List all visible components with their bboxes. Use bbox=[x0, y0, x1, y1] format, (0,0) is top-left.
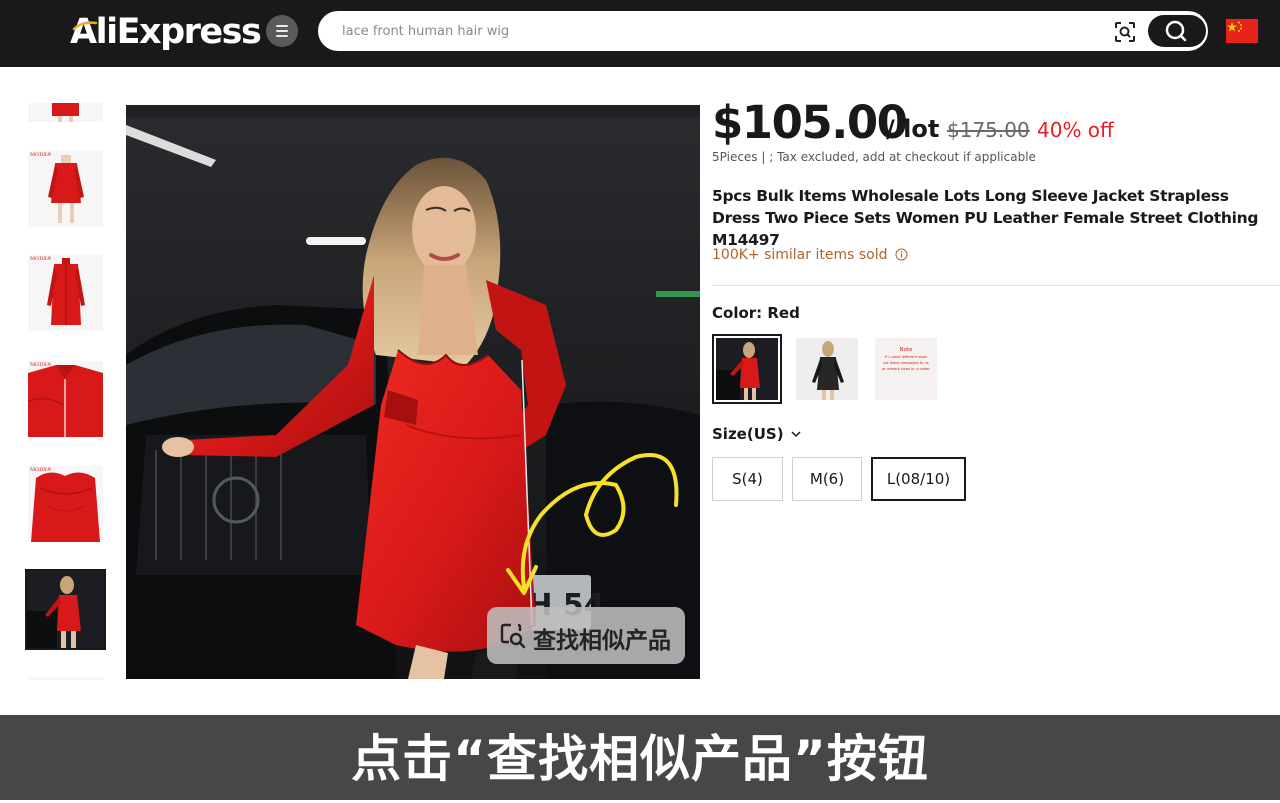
tutorial-caption-bar: 点击“查找相似产品”按钮 bbox=[0, 715, 1280, 800]
product-photo: 4FH 54 bbox=[126, 105, 700, 679]
search-button[interactable] bbox=[1148, 15, 1206, 47]
note-line: Note bbox=[899, 347, 913, 353]
gallery-thumbnail[interactable] bbox=[28, 103, 103, 122]
tutorial-caption: 点击“查找相似产品”按钮 bbox=[351, 730, 929, 788]
sold-count-label: 100K+ similar items sold bbox=[712, 247, 888, 263]
sold-count: 100K+ similar items sold bbox=[712, 247, 908, 263]
divider bbox=[712, 285, 1280, 286]
find-similar-button[interactable]: 查找相似产品 bbox=[487, 607, 685, 664]
category-menu-button[interactable] bbox=[266, 15, 298, 47]
thumbnail-image bbox=[28, 365, 103, 437]
price-unit: / lot bbox=[886, 115, 940, 143]
color-swatch-red[interactable] bbox=[712, 334, 782, 404]
brand-mark: MODX® bbox=[30, 467, 52, 473]
swatch-image bbox=[716, 338, 778, 400]
color-swatch-black[interactable] bbox=[792, 334, 862, 404]
size-label-text: Size(US) bbox=[712, 425, 784, 443]
size-option-l-selected[interactable]: L(08/10) bbox=[871, 457, 966, 501]
color-swatch-note[interactable]: Note If u want different sizes pls leave… bbox=[871, 334, 941, 404]
image-search-icon[interactable] bbox=[1112, 19, 1138, 45]
search-bar bbox=[318, 11, 1208, 51]
top-header: AliExpress bbox=[0, 0, 1280, 67]
swatch-image bbox=[796, 338, 858, 400]
size-label[interactable]: Size(US) bbox=[712, 425, 801, 443]
gallery-thumbnail[interactable]: MODX® bbox=[28, 466, 103, 542]
menu-line-icon bbox=[276, 30, 288, 32]
menu-line-icon bbox=[276, 25, 288, 27]
china-flag-icon[interactable] bbox=[1226, 19, 1258, 43]
gallery-thumbnail[interactable]: MODX® bbox=[28, 255, 103, 331]
search-input[interactable] bbox=[342, 13, 1082, 49]
gallery-thumbnail[interactable]: MODX® bbox=[28, 151, 103, 227]
gallery-thumbnail[interactable]: MODX® bbox=[28, 361, 103, 437]
visual-search-icon bbox=[500, 623, 526, 649]
logo-swoosh-icon bbox=[72, 21, 98, 31]
size-option-s[interactable]: S(4) bbox=[712, 457, 783, 501]
original-price: $175.00 bbox=[947, 118, 1030, 142]
menu-line-icon bbox=[276, 35, 288, 37]
size-option-m[interactable]: M(6) bbox=[792, 457, 862, 501]
thumbnail-image bbox=[27, 571, 104, 648]
tax-note: 5Pieces | ; Tax excluded, add at checkou… bbox=[712, 150, 1036, 164]
product-title: 5pcs Bulk Items Wholesale Lots Long Slee… bbox=[712, 187, 1259, 249]
main-product-image[interactable]: 4FH 54 bbox=[126, 105, 700, 679]
discount-badge: 40% off bbox=[1037, 118, 1114, 142]
thumbnail-image bbox=[52, 103, 79, 122]
thumbnail-image bbox=[31, 472, 100, 542]
gallery-thumbnail-selected[interactable] bbox=[25, 569, 106, 650]
note-line: or remark sizes in ur order bbox=[882, 367, 930, 371]
current-price: $105.00 bbox=[712, 96, 908, 149]
find-similar-label: 查找相似产品 bbox=[533, 628, 671, 654]
info-icon[interactable] bbox=[895, 248, 908, 261]
brand-mark: MODX® bbox=[30, 256, 52, 262]
thumbnail-image bbox=[47, 258, 85, 325]
thumbnail-image bbox=[48, 155, 84, 223]
gallery-thumbnail[interactable] bbox=[28, 677, 103, 680]
brand-mark: MODX® bbox=[30, 362, 52, 368]
aliexpress-logo[interactable]: AliExpress bbox=[70, 9, 262, 55]
search-icon bbox=[1165, 20, 1187, 42]
color-label: Color: Red bbox=[712, 304, 800, 322]
chevron-down-icon bbox=[791, 431, 801, 438]
brand-mark: MODX® bbox=[30, 152, 52, 158]
